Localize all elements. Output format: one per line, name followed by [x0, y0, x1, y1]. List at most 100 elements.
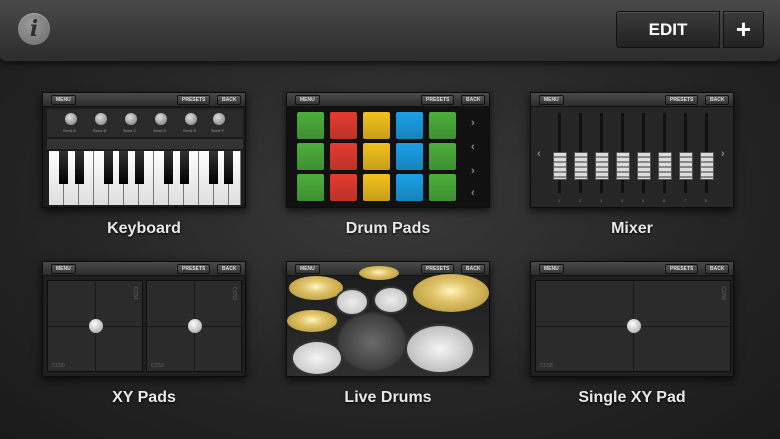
knob-label: Send F: [211, 128, 224, 133]
tile-label-mixer: Mixer: [530, 220, 734, 238]
drum-pad: [330, 143, 357, 170]
tile-keyboard[interactable]: MENU PRESETS BACK Send A Send B Send C S…: [42, 92, 246, 238]
drum-pad: [429, 112, 456, 139]
black-key: [135, 151, 144, 184]
fader-handle: [658, 152, 672, 180]
black-key: [59, 151, 68, 184]
presets-mini-button: PRESETS: [665, 95, 698, 105]
add-button[interactable]: +: [723, 11, 764, 48]
cc-label: CC53: [231, 287, 237, 300]
knob-icon: [213, 113, 225, 125]
tile-label-live-drums: Live Drums: [286, 389, 490, 407]
chevron-left-icon: ‹: [471, 187, 475, 199]
menu-mini-button: MENU: [539, 95, 564, 105]
tom-drum-icon: [373, 286, 409, 314]
channel-number: 8: [705, 198, 707, 203]
black-key: [164, 151, 173, 184]
knob-icon: [125, 113, 137, 125]
cymbal-icon: [359, 266, 399, 280]
fader-handle: [574, 152, 588, 180]
black-key: [75, 151, 84, 184]
keyboard-controls: [47, 139, 243, 149]
knob-row: Send A Send B Send C Send D Send E Send …: [47, 109, 243, 137]
drum-pad: [396, 112, 423, 139]
drum-pad: [396, 143, 423, 170]
knob-icon: [185, 113, 197, 125]
fader-handle: [679, 152, 693, 180]
presets-mini-button: PRESETS: [177, 264, 210, 274]
presets-mini-button: PRESETS: [421, 264, 454, 274]
cymbal-icon: [289, 276, 343, 300]
drum-pad: [330, 174, 357, 201]
tile-xy-pads[interactable]: MENU PRESETS BACK CC50 CC51 CC52 CC53 XY…: [42, 261, 246, 407]
knob-label: Send C: [123, 128, 136, 133]
floor-tom-icon: [405, 324, 475, 374]
menu-mini-button: MENU: [295, 95, 320, 105]
drum-pad: [363, 143, 390, 170]
thumb-toolbar: MENU PRESETS BACK: [531, 93, 733, 107]
black-key: [104, 151, 113, 184]
tile-single-xy-pad[interactable]: MENU PRESETS BACK CC58 CC59 Single XY Pa…: [530, 261, 734, 407]
fader-handle: [616, 152, 630, 180]
single-xy-thumbnail: MENU PRESETS BACK CC58 CC59: [530, 261, 734, 377]
drum-pad: [363, 112, 390, 139]
presets-mini-button: PRESETS: [177, 95, 210, 105]
back-mini-button: BACK: [461, 264, 485, 274]
thumb-toolbar: MENU PRESETS BACK: [43, 262, 245, 276]
knob-label: Send E: [183, 128, 196, 133]
fader-handle: [700, 152, 714, 180]
black-key: [180, 151, 189, 184]
cymbal-icon: [413, 274, 489, 312]
drum-pad: [297, 174, 324, 201]
black-key: [224, 151, 233, 184]
channel-number: 4: [621, 198, 623, 203]
back-mini-button: BACK: [217, 264, 241, 274]
drum-pad: [396, 174, 423, 201]
edit-button[interactable]: EDIT: [616, 11, 720, 48]
chevron-right-icon: ›: [471, 165, 475, 177]
presets-mini-button: PRESETS: [421, 95, 454, 105]
channel-number: 1: [558, 198, 560, 203]
tile-mixer[interactable]: MENU PRESETS BACK ‹ › 12345678 Mixer: [530, 92, 734, 238]
knob-icon: [155, 113, 167, 125]
tile-label-keyboard: Keyboard: [42, 220, 246, 238]
mixer-thumbnail: MENU PRESETS BACK ‹ › 12345678: [530, 92, 734, 208]
xy-handle: [627, 319, 641, 333]
cymbal-icon: [287, 310, 337, 332]
back-mini-button: BACK: [705, 95, 729, 105]
channel-number: 5: [642, 198, 644, 203]
xy-handle: [188, 319, 202, 333]
drum-pads-thumbnail: MENU PRESETS BACK › ‹ › ‹: [286, 92, 490, 208]
kick-drum-icon: [337, 312, 407, 372]
thumb-toolbar: MENU PRESETS BACK: [43, 93, 245, 107]
channel-number: 3: [600, 198, 602, 203]
cc-label: CC52: [151, 363, 164, 369]
drum-pad: [363, 174, 390, 201]
cc-label: CC51: [132, 287, 138, 300]
tile-live-drums[interactable]: MENU PRESETS BACK Live Drums: [286, 261, 490, 407]
keyboard-thumbnail: MENU PRESETS BACK Send A Send B Send C S…: [42, 92, 246, 208]
presets-mini-button: PRESETS: [665, 264, 698, 274]
info-icon[interactable]: i: [18, 13, 50, 45]
menu-mini-button: MENU: [51, 264, 76, 274]
top-bar: i EDIT +: [0, 0, 780, 62]
xy-pad-a: CC50 CC51: [47, 280, 143, 372]
snare-drum-icon: [291, 340, 343, 376]
chevron-left-icon: ‹: [471, 141, 475, 153]
knob-icon: [95, 113, 107, 125]
fader-handle: [637, 152, 651, 180]
tile-label-drum-pads: Drum Pads: [286, 220, 490, 238]
back-mini-button: BACK: [705, 264, 729, 274]
back-mini-button: BACK: [217, 95, 241, 105]
black-key: [209, 151, 218, 184]
cc-label: CC58: [540, 363, 553, 369]
live-drums-thumbnail: MENU PRESETS BACK: [286, 261, 490, 377]
knob-label: Send A: [63, 128, 76, 133]
channel-number: 6: [663, 198, 665, 203]
fader-handle: [595, 152, 609, 180]
menu-mini-button: MENU: [295, 264, 320, 274]
knob-label: Send B: [93, 128, 106, 133]
thumb-toolbar: MENU PRESETS BACK: [531, 262, 733, 276]
tile-drum-pads[interactable]: MENU PRESETS BACK › ‹ › ‹ Drum Pads: [286, 92, 490, 238]
black-key: [119, 151, 128, 184]
